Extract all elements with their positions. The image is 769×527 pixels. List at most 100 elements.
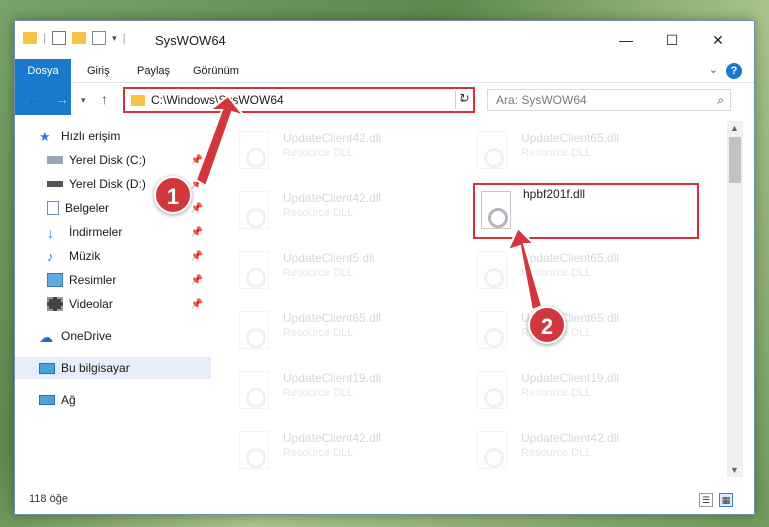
- file-type: Resource DLL: [283, 207, 354, 219]
- file-name: hpbf201f.dll: [523, 187, 586, 201]
- large-icons-view-icon[interactable]: ▦: [719, 493, 733, 507]
- folder-icon: [131, 94, 145, 106]
- pin-icon[interactable]: 📌: [191, 251, 203, 262]
- maximize-button[interactable]: ☐: [657, 29, 687, 51]
- dll-file-icon: [477, 371, 507, 409]
- dll-file-icon: [239, 251, 269, 289]
- music-icon: ♪: [47, 249, 54, 264]
- file-name: UpdateClient65.dll: [521, 131, 620, 145]
- pictures-icon: [47, 273, 63, 287]
- sidebar-item-videos[interactable]: Videolar 📌: [15, 293, 211, 315]
- documents-icon: [47, 201, 59, 215]
- tab-share[interactable]: Paylaş: [125, 59, 182, 83]
- file-type: Resource DLL: [283, 387, 354, 399]
- close-button[interactable]: ✕: [703, 29, 733, 51]
- list-item[interactable]: UpdateClient42.dll Resource DLL: [211, 125, 421, 181]
- sidebar-item-onedrive[interactable]: ☁ OneDrive: [15, 325, 211, 347]
- pin-icon[interactable]: 📌: [191, 179, 203, 190]
- file-name: UpdateClient42.dll: [283, 431, 382, 445]
- sidebar-item-label: Ağ: [61, 393, 76, 407]
- folder-icon: [23, 32, 37, 44]
- sidebar-item-local-disk-c[interactable]: Yerel Disk (C:) 📌: [15, 149, 211, 171]
- chevron-down-icon[interactable]: ▾: [112, 33, 117, 44]
- pin-icon[interactable]: 📌: [191, 203, 203, 214]
- window-title: SysWOW64: [155, 33, 226, 48]
- refresh-icon[interactable]: ↻: [455, 91, 473, 109]
- file-name: UpdateClient65.dll: [521, 251, 620, 265]
- scroll-up-icon[interactable]: ▲: [730, 123, 739, 133]
- file-type: Resource DLL: [283, 447, 354, 459]
- separator: |: [43, 31, 47, 45]
- sidebar-item-network[interactable]: Ağ: [15, 389, 211, 411]
- list-item[interactable]: UpdateClient42.dll Resource DLL: [211, 185, 421, 241]
- back-arrow-icon[interactable]: ←: [27, 91, 41, 107]
- drive-icon: [47, 156, 63, 164]
- dll-file-icon: [477, 251, 507, 289]
- pin-icon[interactable]: 📌: [191, 155, 203, 166]
- sidebar-item-music[interactable]: ♪ Müzik 📌: [15, 245, 211, 267]
- dll-file-icon: [477, 311, 507, 349]
- computer-icon: [39, 362, 55, 374]
- file-name: UpdateClient42.dll: [283, 131, 382, 145]
- tab-view[interactable]: Görünüm: [181, 59, 251, 83]
- new-folder-icon[interactable]: [72, 32, 87, 44]
- vertical-scrollbar[interactable]: ▲ ▼: [727, 121, 743, 477]
- sidebar-item-quick-access[interactable]: ★ Hızlı erişim: [15, 125, 211, 147]
- list-item[interactable]: UpdateClient19.dll Resource DLL: [449, 365, 659, 421]
- network-icon: [39, 395, 55, 405]
- file-type: Resource DLL: [521, 267, 592, 279]
- scrollbar-thumb[interactable]: [729, 137, 741, 183]
- help-icon[interactable]: ?: [726, 63, 742, 79]
- file-type: Resource DLL: [521, 147, 592, 159]
- details-view-icon[interactable]: ☰: [699, 493, 713, 507]
- sidebar-item-label: Yerel Disk (C:): [69, 153, 146, 167]
- up-arrow-icon[interactable]: ↑: [101, 91, 108, 107]
- dll-file-icon: [481, 191, 511, 229]
- file-type: Resource DLL: [521, 387, 592, 399]
- sidebar-item-this-pc[interactable]: Bu bilgisayar: [15, 357, 211, 379]
- tab-home[interactable]: Giriş: [75, 59, 122, 83]
- navigation-pane: ★ Hızlı erişim Yerel Disk (C:) 📌 Yerel D…: [15, 121, 211, 477]
- properties-icon[interactable]: [52, 31, 67, 45]
- download-icon: ↓: [47, 225, 54, 241]
- search-input[interactable]: Ara: SysWOW64 ⌕: [487, 89, 731, 111]
- file-name: UpdateClient19.dll: [521, 371, 620, 385]
- list-item-target-dll[interactable]: hpbf201f.dll: [473, 183, 699, 239]
- sidebar-item-label: İndirmeler: [69, 225, 123, 239]
- file-type: Resource DLL: [521, 447, 592, 459]
- list-item[interactable]: UpdateClient65.dll Resource DLL: [211, 305, 421, 361]
- address-bar[interactable]: C:\Windows\SysWOW64 ⌄: [123, 87, 475, 113]
- list-item[interactable]: UpdateClient65.dll Resource DLL: [449, 245, 659, 301]
- expand-ribbon-icon[interactable]: ⌄: [709, 63, 718, 76]
- dll-file-icon: [239, 311, 269, 349]
- customize-icon[interactable]: [92, 31, 107, 45]
- list-item[interactable]: UpdateClient19.dll Resource DLL: [211, 365, 421, 421]
- sidebar-item-label: Hızlı erişim: [61, 129, 121, 143]
- sidebar-item-label: Belgeler: [65, 201, 110, 215]
- address-path: C:\Windows\SysWOW64: [151, 93, 284, 107]
- recent-locations-icon[interactable]: ▾: [81, 95, 86, 106]
- list-item[interactable]: UpdateClient65.dll Resource DLL: [449, 125, 659, 181]
- file-name: UpdateClient42.dll: [521, 431, 620, 445]
- sidebar-item-label: Resimler: [69, 273, 117, 287]
- sidebar-item-pictures[interactable]: Resimler 📌: [15, 269, 211, 291]
- navigation-bar: ← → ▾ ↑ C:\Windows\SysWOW64 ⌄ ↻ Ara: Sys…: [15, 83, 754, 117]
- pin-icon[interactable]: 📌: [191, 227, 203, 238]
- dll-file-icon: [239, 431, 269, 469]
- callout-marker-2: 2: [528, 306, 566, 344]
- pin-icon[interactable]: 📌: [191, 299, 203, 310]
- forward-arrow-icon[interactable]: →: [55, 91, 69, 107]
- minimize-button[interactable]: —: [611, 29, 641, 51]
- pin-icon[interactable]: 📌: [191, 275, 203, 286]
- scroll-down-icon[interactable]: ▼: [730, 465, 739, 475]
- list-item[interactable]: UpdateClient5.dll Resource DLL: [211, 245, 421, 301]
- list-item[interactable]: UpdateClient42.dll Resource DLL: [449, 425, 659, 477]
- dll-file-icon: [239, 371, 269, 409]
- sidebar-item-label: Yerel Disk (D:): [69, 177, 146, 191]
- file-name: UpdateClient19.dll: [283, 371, 382, 385]
- sidebar-item-downloads[interactable]: ↓ İndirmeler 📌: [15, 221, 211, 243]
- cloud-icon: ☁: [39, 329, 53, 345]
- dll-file-icon: [477, 431, 507, 469]
- list-item[interactable]: UpdateClient42.dll Resource DLL: [211, 425, 421, 477]
- explorer-window: | ▾ | SysWOW64 — ☐ ✕ Dosya Giriş Paylaş …: [14, 20, 755, 515]
